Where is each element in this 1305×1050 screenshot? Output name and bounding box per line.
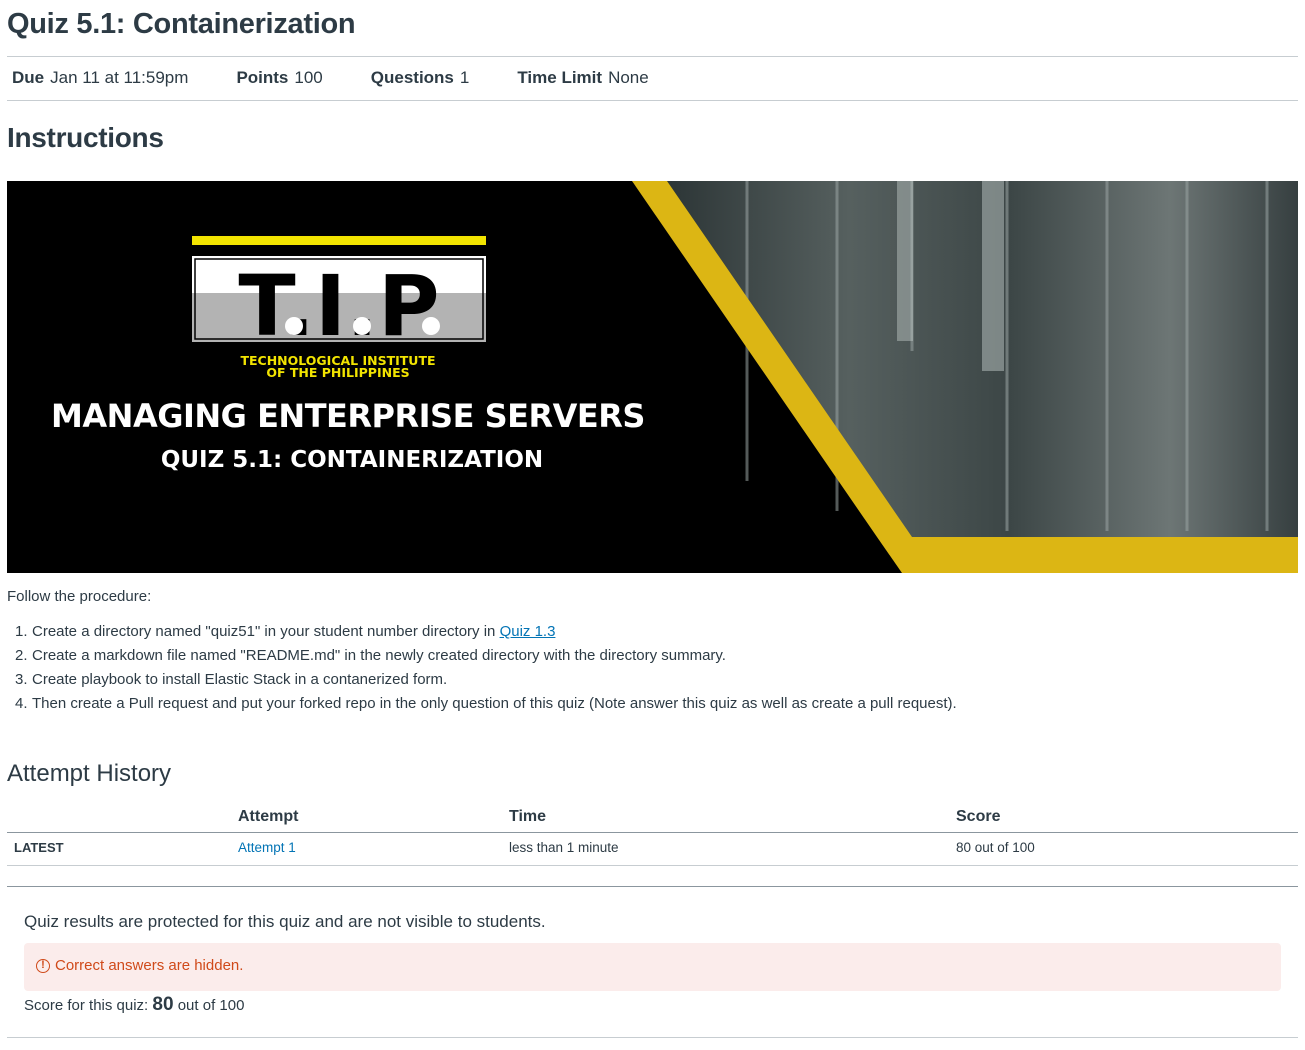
institute-line-2: OF THE PHILIPPINES — [266, 365, 409, 380]
divider — [7, 1037, 1298, 1038]
latest-tag: LATEST — [14, 840, 64, 855]
warning-icon: ! — [36, 958, 50, 973]
step-text: Create a markdown file named "README.md"… — [32, 647, 726, 664]
procedure-steps: 1. Create a directory named "quiz51" in y… — [15, 622, 957, 718]
step-number: 1. — [15, 623, 28, 640]
divider — [7, 100, 1298, 101]
table-header-divider — [7, 832, 1298, 833]
questions-info: Questions 1 — [371, 68, 470, 88]
attempt-time: less than 1 minute — [509, 840, 619, 855]
instructions-heading: Instructions — [7, 122, 164, 153]
procedure-intro: Follow the procedure: — [7, 588, 152, 605]
divider — [7, 56, 1298, 57]
column-header-score: Score — [956, 808, 1001, 825]
step-text: Create a directory named "quiz51" in you… — [32, 623, 500, 640]
score-suffix: out of 100 — [177, 997, 245, 1014]
step-number: 3. — [15, 671, 28, 688]
tip-logo-text: T.I.P — [238, 257, 439, 355]
divider — [7, 886, 1298, 887]
attempt-score: 80 out of 100 — [956, 840, 1035, 855]
score-label: Score for this quiz: — [24, 997, 149, 1014]
quiz-1-3-link[interactable]: Quiz 1.3 — [500, 623, 556, 640]
step-number: 2. — [15, 647, 28, 664]
table-row-divider — [7, 865, 1298, 866]
time-limit-info: Time Limit None — [517, 68, 648, 88]
course-title: MANAGING ENTERPRISE SERVERS — [51, 397, 645, 435]
banner-quiz-title: QUIZ 5.1: CONTAINERIZATION — [161, 447, 543, 473]
quiz-meta: Due Jan 11 at 11:59pm Points 100 Questions… — [12, 68, 697, 88]
questions-value: 1 — [459, 68, 470, 87]
page-title: Quiz 5.1: Containerization — [7, 8, 356, 40]
list-item: 2. Create a markdown file named "README.m… — [15, 646, 957, 670]
time-limit-value: None — [608, 68, 649, 87]
step-text: Then create a Pull request and put your … — [32, 695, 957, 712]
list-item: 4. Then create a Pull request and put you… — [15, 694, 957, 718]
column-header-attempt: Attempt — [238, 808, 299, 825]
list-item: 3. Create playbook to install Elastic Sta… — [15, 670, 957, 694]
alert-content: ! Correct answers are hidden. — [36, 957, 243, 974]
points-info: Points 100 — [236, 68, 322, 88]
attempt-1-link[interactable]: Attempt 1 — [238, 840, 296, 855]
due-value: Jan 11 at 11:59pm — [50, 68, 189, 87]
due-info: Due Jan 11 at 11:59pm — [12, 68, 188, 88]
protected-results-note: Quiz results are protected for this quiz… — [24, 912, 546, 931]
time-limit-label: Time Limit — [517, 68, 603, 87]
step-number: 4. — [15, 695, 28, 712]
column-header-time: Time — [509, 808, 547, 825]
quiz-score: Score for this quiz: 80 out of 100 — [24, 994, 244, 1016]
quiz-page: Quiz 5.1: Containerization Due Jan 11 at … — [0, 0, 1305, 1050]
banner-accent-bar — [877, 537, 1298, 573]
attempt-history-heading: Attempt History — [7, 760, 172, 787]
points-label: Points — [236, 68, 289, 87]
correct-answers-hidden-alert: ! Correct answers are hidden. — [24, 943, 1281, 991]
step-text: Create playbook to install Elastic Stack… — [32, 671, 448, 688]
alert-text: Correct answers are hidden. — [55, 957, 244, 974]
list-item: 1. Create a directory named "quiz51" in y… — [15, 622, 957, 646]
course-banner-image: T.I.P TECHNOLOGICAL INSTITUTE OF THE PHI… — [7, 181, 1298, 573]
score-value: 80 — [152, 994, 174, 1015]
due-label: Due — [12, 68, 45, 87]
points-value: 100 — [294, 68, 323, 87]
questions-label: Questions — [370, 68, 454, 87]
